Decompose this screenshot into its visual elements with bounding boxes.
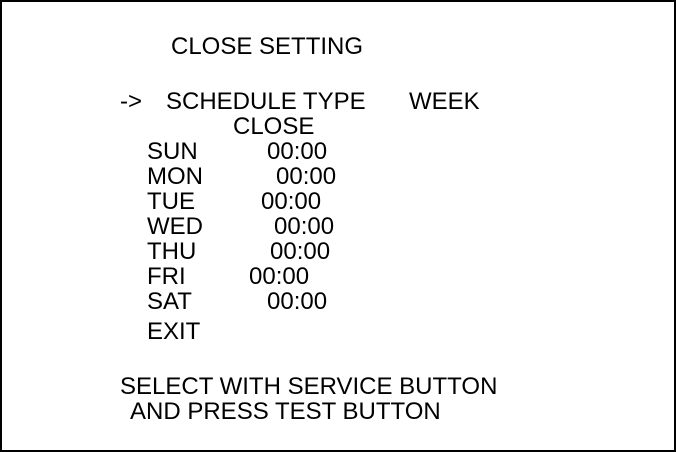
- day-item-sun[interactable]: SUN: [147, 140, 198, 164]
- instruction-line-2: AND PRESS TEST BUTTON: [130, 398, 441, 425]
- day-item-tue[interactable]: TUE: [147, 190, 195, 214]
- selection-cursor: ->: [120, 88, 143, 115]
- day-item-wed[interactable]: WED: [147, 215, 203, 239]
- close-time-thu[interactable]: 00:00: [270, 240, 330, 264]
- exit-item[interactable]: EXIT: [147, 320, 200, 344]
- instruction-line-1: SELECT WITH SERVICE BUTTON: [120, 373, 498, 400]
- day-item-mon[interactable]: MON: [147, 165, 203, 189]
- service-menu-screen: CLOSE SETTING -> SCHEDULE TYPE WEEK CLOS…: [0, 0, 676, 452]
- close-time-sun[interactable]: 00:00: [267, 140, 327, 164]
- close-time-sat[interactable]: 00:00: [267, 290, 327, 314]
- close-time-tue[interactable]: 00:00: [261, 190, 321, 214]
- close-time-mon[interactable]: 00:00: [276, 165, 336, 189]
- day-item-thu[interactable]: THU: [147, 240, 196, 264]
- close-time-fri[interactable]: 00:00: [249, 265, 309, 289]
- day-item-sat[interactable]: SAT: [147, 290, 192, 314]
- close-time-wed[interactable]: 00:00: [274, 215, 334, 239]
- day-item-fri[interactable]: FRI: [147, 265, 186, 289]
- schedule-type-item[interactable]: SCHEDULE TYPE: [166, 90, 366, 114]
- page-title: CLOSE SETTING: [171, 33, 364, 60]
- close-column-header: CLOSE: [233, 113, 315, 140]
- schedule-type-value[interactable]: WEEK: [409, 90, 480, 114]
